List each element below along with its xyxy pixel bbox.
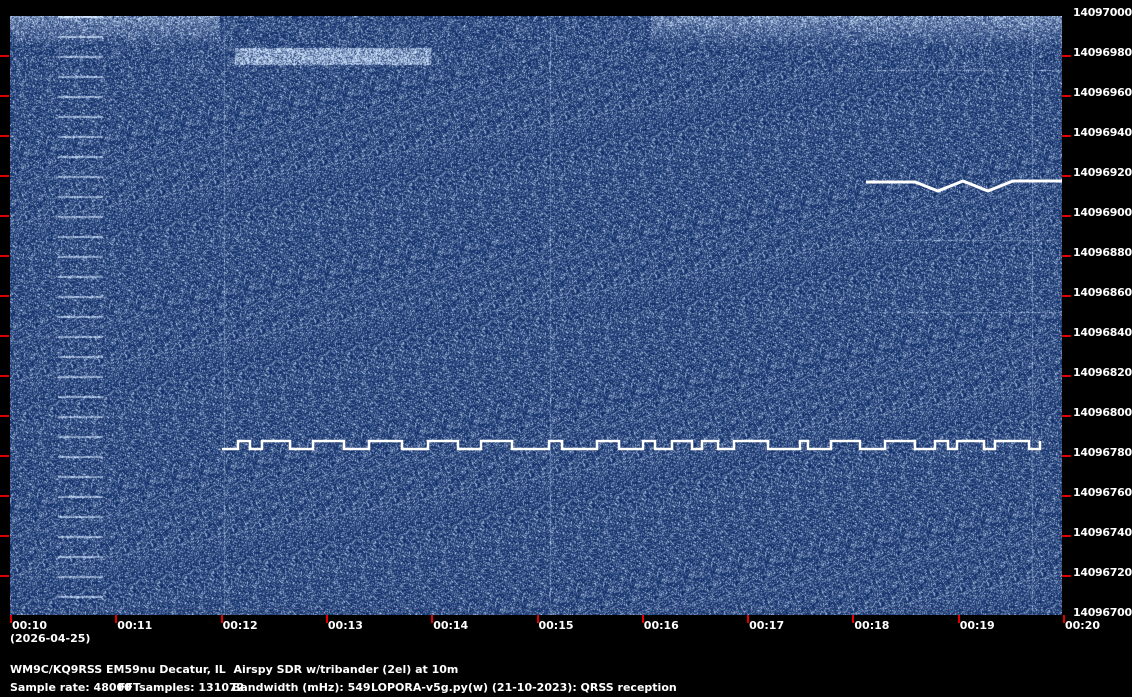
software-version: LOPORA-v5g.py(w) (21-10-2023): QRSS rece… [371,681,677,694]
date-label: (2026-04-25) [10,632,91,645]
time-label: 00:10 [12,619,48,632]
time-label: 00:16 [643,619,679,632]
frequency-tick [0,415,9,417]
frequency-label: 14097000 [1073,6,1132,19]
fsk-signal-trace [222,439,1042,451]
frequency-tick [0,95,9,97]
bandwidth: Bandwidth (mHz): 549 [232,681,371,694]
frequency-tick [1062,175,1071,177]
frequency-tick [1062,255,1071,257]
frequency-tick [1062,535,1071,537]
frequency-tick [0,495,9,497]
frequency-tick [0,455,9,457]
time-label: 00:20 [1065,619,1101,632]
time-label: 00:17 [749,619,785,632]
fft-samples: FFTsamples: 131072 [118,681,245,694]
station-info: WM9C/KQ9RSS EM59nu Decatur, IL Airspy SD… [10,663,459,676]
frequency-label: 14096800 [1073,406,1132,419]
frequency-tick [0,135,9,137]
frequency-tick [0,295,9,297]
frequency-tick [0,175,9,177]
signal-traces [222,179,1062,451]
frequency-label: 14096920 [1073,166,1132,179]
frequency-tick [1062,215,1071,217]
frequency-label: 14096780 [1073,446,1132,459]
frequency-tick [1062,335,1071,337]
frequency-tick [0,215,9,217]
time-label: 00:12 [222,619,258,632]
frequency-tick [0,255,9,257]
frequency-label: 14096820 [1073,366,1132,379]
frequency-label: 14096720 [1073,566,1132,579]
frequency-label: 14096980 [1073,46,1132,59]
frequency-label: 14096960 [1073,86,1132,99]
frequency-tick [0,535,9,537]
time-label: 00:14 [433,619,469,632]
frequency-label: 14096900 [1073,206,1132,219]
frequency-tick [1062,55,1071,57]
frequency-tick [1062,135,1071,137]
frequency-label: 14096860 [1073,286,1132,299]
frequency-tick [1062,95,1071,97]
frequency-label: 14096840 [1073,326,1132,339]
frequency-tick [1062,415,1071,417]
frequency-tick [0,335,9,337]
frequency-label: 14096760 [1073,486,1132,499]
wave-signal-trace [866,179,1062,193]
frequency-label: 14096940 [1073,126,1132,139]
frequency-tick [0,575,9,577]
frequency-label: 14096740 [1073,526,1132,539]
time-label: 00:18 [854,619,890,632]
time-label: 00:19 [959,619,995,632]
sample-rate: Sample rate: 48000 [10,681,132,694]
time-label: 00:11 [117,619,153,632]
frequency-tick [1062,495,1071,497]
time-label: 00:15 [538,619,574,632]
time-label: 00:13 [327,619,363,632]
frequency-tick [1062,575,1071,577]
frequency-label: 14096700 [1073,606,1132,619]
frequency-tick [1062,375,1071,377]
frequency-tick [0,375,9,377]
frequency-tick [1062,295,1071,297]
frequency-tick [1062,455,1071,457]
frequency-label: 14096880 [1073,246,1132,259]
frequency-tick [0,55,9,57]
